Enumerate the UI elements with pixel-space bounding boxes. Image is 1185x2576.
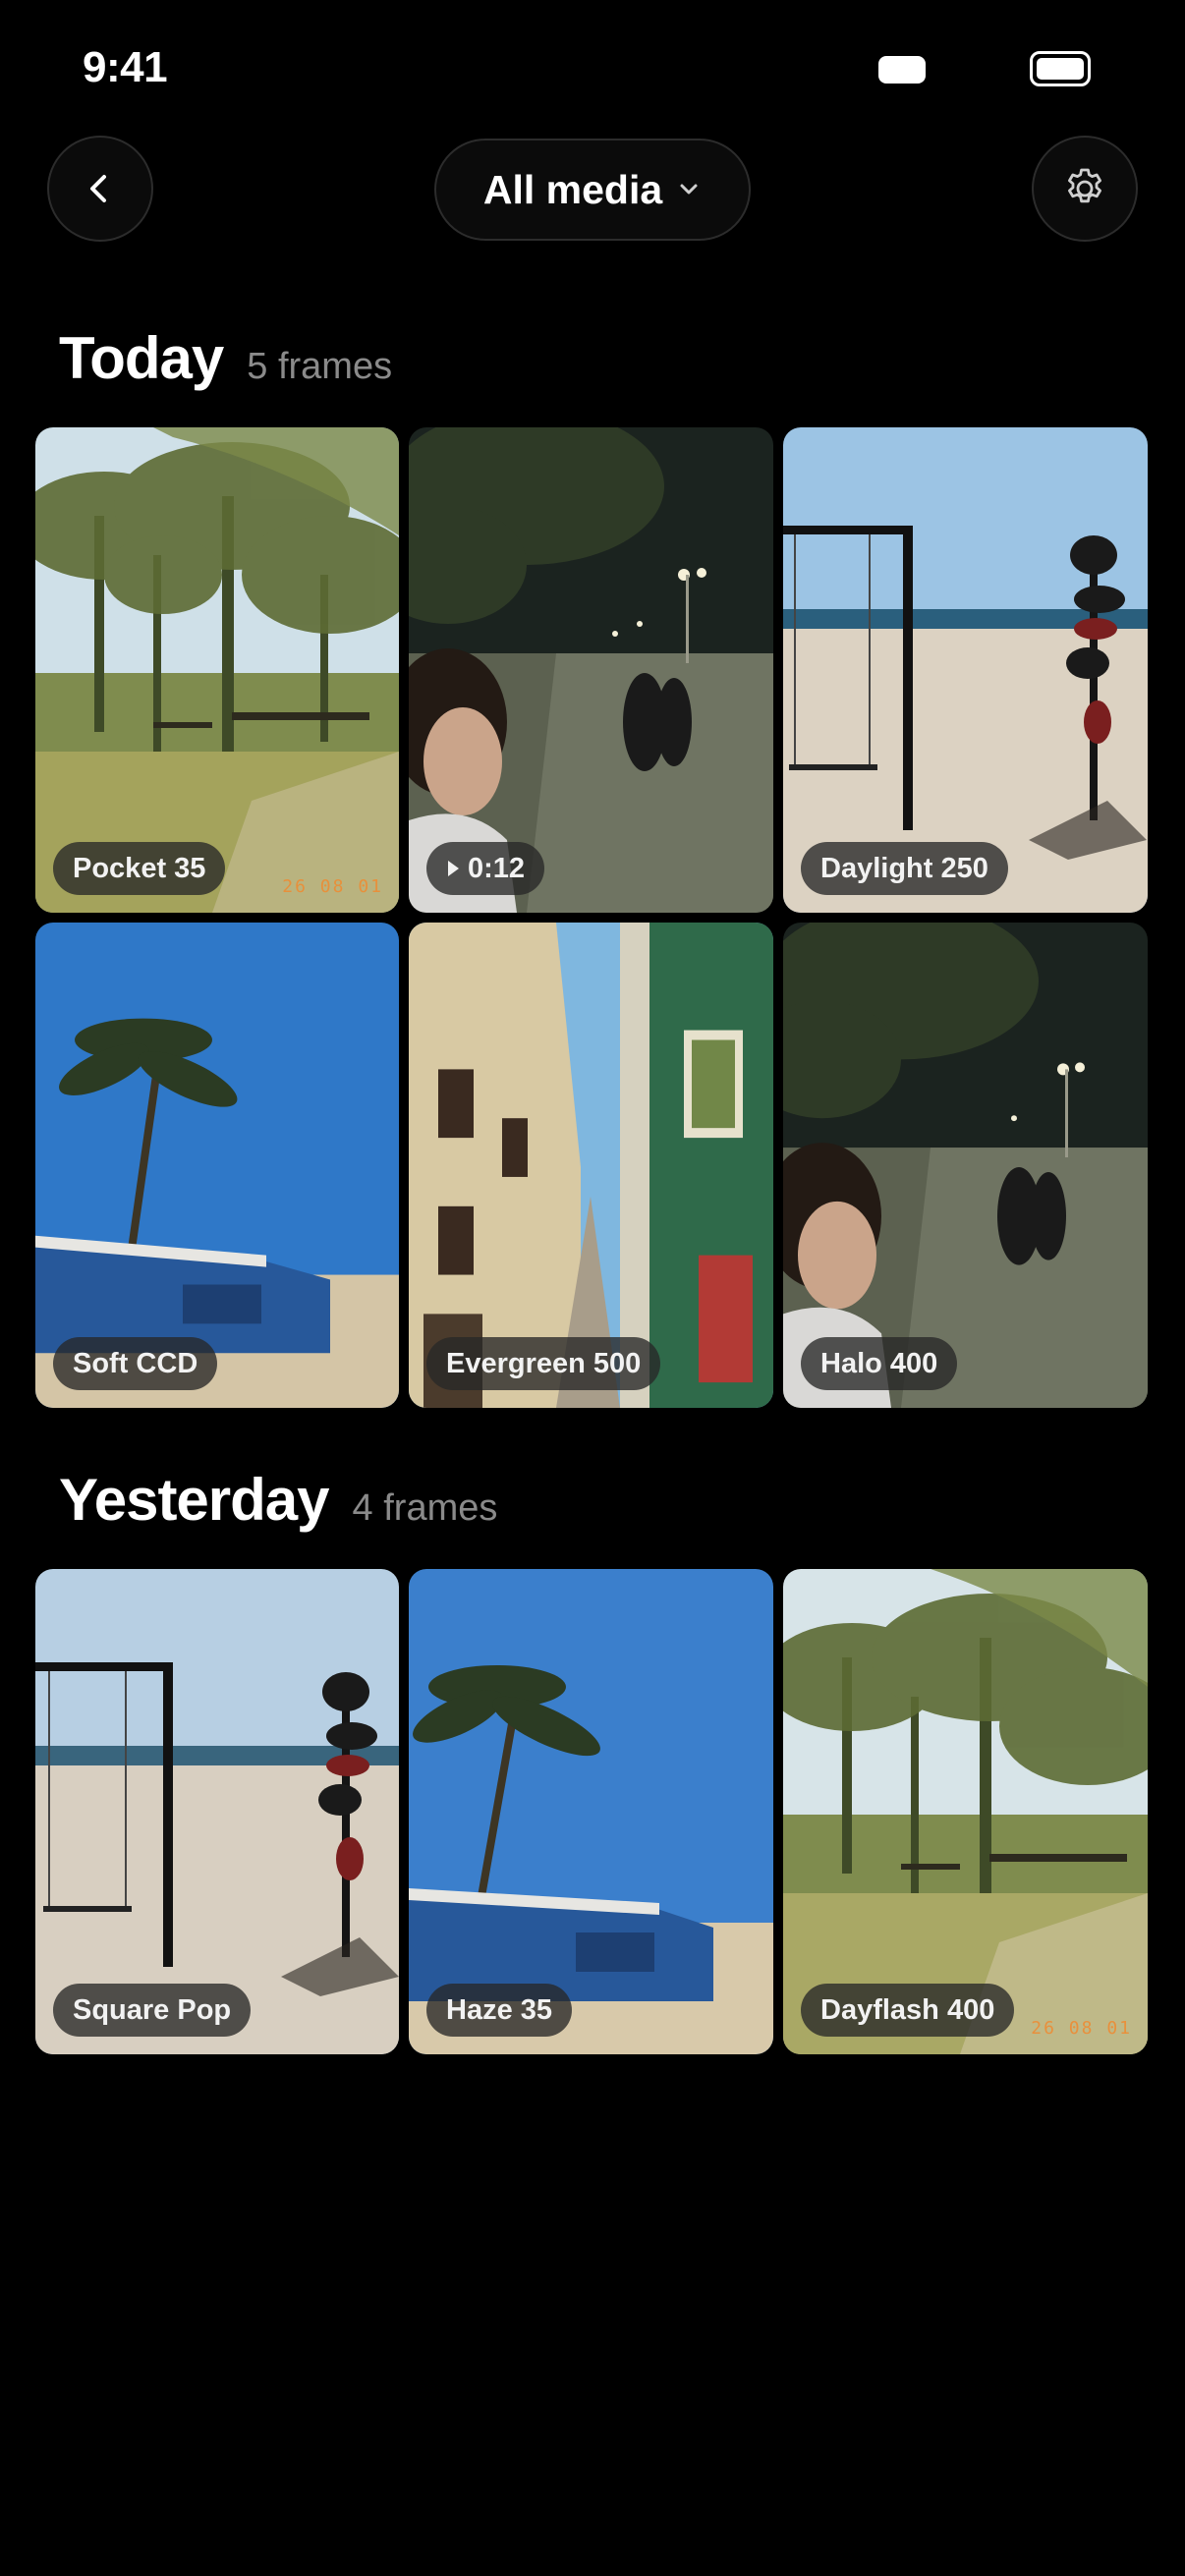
- photo-tile[interactable]: Daylight 250: [783, 427, 1148, 913]
- settings-button[interactable]: [1032, 136, 1138, 242]
- today-grid: 26 08 01 Pocket 35 0:12 Daylight 250 Sof…: [35, 427, 1150, 1408]
- photo-night-promenade: [783, 923, 1148, 1408]
- photo-beach-hut: [409, 1569, 773, 2054]
- badge-label: Evergreen 500: [446, 1347, 642, 1379]
- date-stamp: 26 08 01: [282, 876, 383, 897]
- back-button[interactable]: [47, 136, 153, 242]
- badge-label: Pocket 35: [73, 852, 206, 884]
- photo-tile[interactable]: Square Pop: [35, 1569, 399, 2054]
- photo-beach-swing: [35, 1569, 399, 2054]
- badge-label: Haze 35: [446, 1993, 553, 2026]
- photo-tile[interactable]: 26 08 01 Pocket 35: [35, 427, 399, 913]
- photo-beach-swing: [783, 427, 1148, 913]
- photo-tile[interactable]: Haze 35: [409, 1569, 773, 2054]
- film-label-badge: Haze 35: [426, 1984, 573, 2037]
- yesterday-grid: Square Pop Haze 35 26 08 01 Dayflash 400: [35, 1569, 1150, 2054]
- film-label-badge: Square Pop: [53, 1984, 252, 2037]
- chevron-left-icon: [90, 175, 106, 202]
- film-label-badge: Pocket 35: [53, 842, 226, 895]
- video-duration-badge: 0:12: [426, 842, 545, 895]
- badge-label: Dayflash 400: [820, 1993, 995, 2026]
- photo-tile[interactable]: 26 08 01 Dayflash 400: [783, 1569, 1148, 2054]
- play-icon: [448, 861, 459, 876]
- date-stamp: 26 08 01: [1031, 2018, 1132, 2039]
- badge-label: Square Pop: [73, 1993, 232, 2026]
- section-title: Yesterday: [59, 1467, 330, 1533]
- photo-beach-hut: [35, 923, 399, 1408]
- video-duration: 0:12: [468, 852, 526, 884]
- cellular-icon: [878, 56, 926, 84]
- video-tile[interactable]: 0:12: [409, 427, 773, 913]
- badge-label: Soft CCD: [73, 1347, 198, 1379]
- battery-icon: [1030, 51, 1091, 86]
- section-frame-count: 5 frames: [247, 346, 393, 387]
- photo-street: [409, 923, 773, 1408]
- photo-tile[interactable]: Evergreen 500: [409, 923, 773, 1408]
- film-label-badge: Soft CCD: [53, 1337, 218, 1390]
- film-label-badge: Halo 400: [801, 1337, 958, 1390]
- film-label-badge: Evergreen 500: [426, 1337, 661, 1390]
- media-filter-label: All media: [482, 166, 663, 212]
- photo-palms-day: [783, 1569, 1148, 2054]
- film-label-badge: Daylight 250: [801, 842, 1008, 895]
- photo-tile[interactable]: Halo 400: [783, 923, 1148, 1408]
- film-label-badge: Dayflash 400: [801, 1984, 1015, 2037]
- photo-palms-day: [35, 427, 399, 913]
- badge-label: Daylight 250: [820, 852, 988, 884]
- media-filter-dropdown[interactable]: All media: [434, 139, 751, 241]
- badge-label: Halo 400: [820, 1347, 938, 1379]
- status-time: 9:41: [83, 43, 168, 91]
- section-title: Today: [59, 325, 224, 391]
- photo-night-promenade: [409, 427, 773, 913]
- chevron-down-icon: [680, 184, 698, 195]
- section-frame-count: 4 frames: [352, 1487, 498, 1529]
- section-header-yesterday: Yesterday 4 frames: [59, 1466, 497, 1534]
- section-header-today: Today 5 frames: [59, 324, 392, 392]
- gear-icon: [1068, 168, 1101, 203]
- photo-tile[interactable]: Soft CCD: [35, 923, 399, 1408]
